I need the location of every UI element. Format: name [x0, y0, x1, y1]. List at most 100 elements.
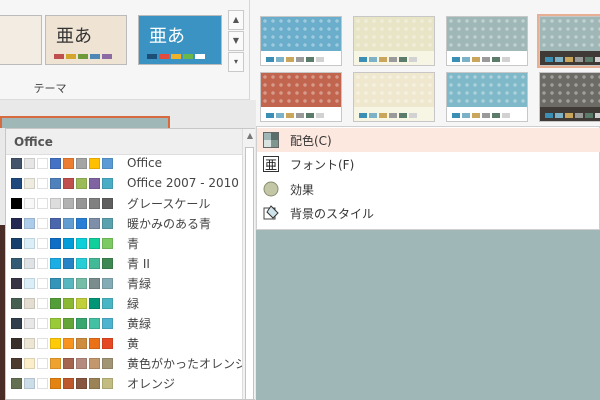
color-swatch: [24, 337, 35, 349]
color-swatch: [102, 157, 113, 169]
variant-pattern: [447, 73, 527, 107]
color-scheme-icon: [262, 131, 280, 149]
color-swatch: [76, 357, 87, 369]
color-swatch: [89, 297, 100, 309]
scheme-section-header: Office: [6, 129, 255, 155]
variant-thumbnail-selected[interactable]: [537, 14, 600, 68]
color-scheme-item[interactable]: 緑: [6, 293, 240, 313]
color-swatch: [50, 297, 61, 309]
color-swatch: [11, 297, 22, 309]
scheme-swatches: [11, 237, 113, 249]
font-icon: 亜: [262, 155, 280, 173]
variant-pattern: [447, 17, 527, 51]
menu-item-label: 効果: [290, 182, 315, 197]
scheme-name: 青: [127, 236, 140, 251]
color-scheme-item[interactable]: オレンジ: [6, 373, 240, 393]
color-swatch: [76, 197, 87, 209]
menu-item-effects[interactable]: 効果: [257, 177, 600, 201]
gallery-scroll-up-button[interactable]: ▲: [228, 10, 244, 30]
color-swatch: [89, 197, 100, 209]
color-swatch: [24, 357, 35, 369]
variant-pattern: [354, 73, 434, 107]
color-scheme-item[interactable]: 青 II: [6, 253, 240, 273]
color-swatch: [89, 217, 100, 229]
variant-thumbnail[interactable]: [353, 16, 435, 66]
scheme-swatches: [11, 357, 113, 369]
color-scheme-item[interactable]: 青: [6, 233, 240, 253]
theme-thumbnail[interactable]: 亜あ: [45, 15, 127, 65]
color-swatch: [63, 337, 74, 349]
color-swatch: [76, 377, 87, 389]
variants-dropdown-menu: 配色(C) 亜 フォント(F) 効果 背景のスタイル: [256, 126, 600, 230]
scheme-list-scrollbar[interactable]: ▲: [242, 129, 255, 399]
color-scheme-item[interactable]: 黄: [6, 333, 240, 353]
scheme-swatches: [11, 257, 113, 269]
effects-icon: [262, 180, 280, 198]
variant-thumbnail[interactable]: [260, 16, 342, 66]
variant-swatches: [545, 113, 600, 118]
color-swatch: [102, 377, 113, 389]
theme-thumbnail[interactable]: 亜あ: [138, 15, 222, 65]
color-swatch: [24, 217, 35, 229]
color-swatch: [76, 317, 87, 329]
color-swatch: [24, 197, 35, 209]
gallery-scroll-down-button[interactable]: ▼: [228, 31, 244, 51]
color-swatch: [37, 257, 48, 269]
color-swatch: [76, 337, 87, 349]
scrollbar-thumb[interactable]: [245, 147, 254, 399]
variant-swatches: [359, 57, 417, 62]
theme-swatches: [147, 54, 205, 59]
scroll-up-arrow-icon[interactable]: ▲: [243, 131, 255, 140]
color-swatch: [24, 237, 35, 249]
scheme-swatches: [11, 297, 113, 309]
theme-thumbnail[interactable]: [0, 15, 42, 65]
menu-item-fonts[interactable]: 亜 フォント(F): [257, 152, 600, 176]
variant-thumbnail[interactable]: [446, 16, 528, 66]
color-swatch: [11, 157, 22, 169]
color-swatch: [63, 357, 74, 369]
color-swatch: [11, 377, 22, 389]
variant-pattern: [261, 73, 341, 107]
color-swatch: [11, 217, 22, 229]
color-swatch: [24, 177, 35, 189]
scheme-swatches: [11, 177, 113, 189]
color-swatch: [63, 377, 74, 389]
variant-thumbnail[interactable]: [260, 72, 342, 122]
color-swatch: [89, 157, 100, 169]
scheme-swatches: [11, 157, 113, 169]
gallery-more-button[interactable]: ▾: [228, 52, 244, 72]
menu-item-label: 配色(C): [290, 133, 332, 148]
color-scheme-item[interactable]: 暖かみのある青: [6, 213, 240, 233]
color-swatch: [63, 237, 74, 249]
color-scheme-item[interactable]: 青緑: [6, 273, 240, 293]
color-swatch: [63, 217, 74, 229]
scheme-name: Office: [127, 156, 163, 170]
menu-item-background-styles[interactable]: 背景のスタイル: [257, 201, 600, 225]
color-swatch: [24, 277, 35, 289]
color-scheme-item[interactable]: Office 2007 - 2010: [6, 173, 240, 193]
color-swatch: [50, 237, 61, 249]
color-swatch: [63, 257, 74, 269]
variant-thumbnail[interactable]: [446, 72, 528, 122]
background-style-icon: [262, 204, 280, 222]
color-swatch: [102, 297, 113, 309]
color-scheme-item[interactable]: 黄色がかったオレンジ: [6, 353, 247, 373]
color-swatch: [11, 337, 22, 349]
scheme-swatches: [11, 277, 113, 289]
slide-canvas: [256, 230, 600, 400]
variant-thumbnail[interactable]: [353, 72, 435, 122]
color-swatch: [76, 217, 87, 229]
variant-thumbnail[interactable]: [539, 72, 600, 122]
color-swatch: [63, 317, 74, 329]
selected-slide-thumbnail[interactable]: [0, 116, 170, 128]
color-swatch: [37, 237, 48, 249]
color-swatch: [11, 197, 22, 209]
color-swatch: [50, 217, 61, 229]
color-scheme-item[interactable]: Office: [6, 153, 240, 173]
menu-item-colors[interactable]: 配色(C): [257, 128, 600, 152]
color-scheme-item[interactable]: 黄緑: [6, 313, 240, 333]
color-swatch: [37, 277, 48, 289]
color-scheme-item[interactable]: グレースケール: [6, 193, 240, 213]
color-swatch: [37, 357, 48, 369]
color-swatch: [89, 357, 100, 369]
